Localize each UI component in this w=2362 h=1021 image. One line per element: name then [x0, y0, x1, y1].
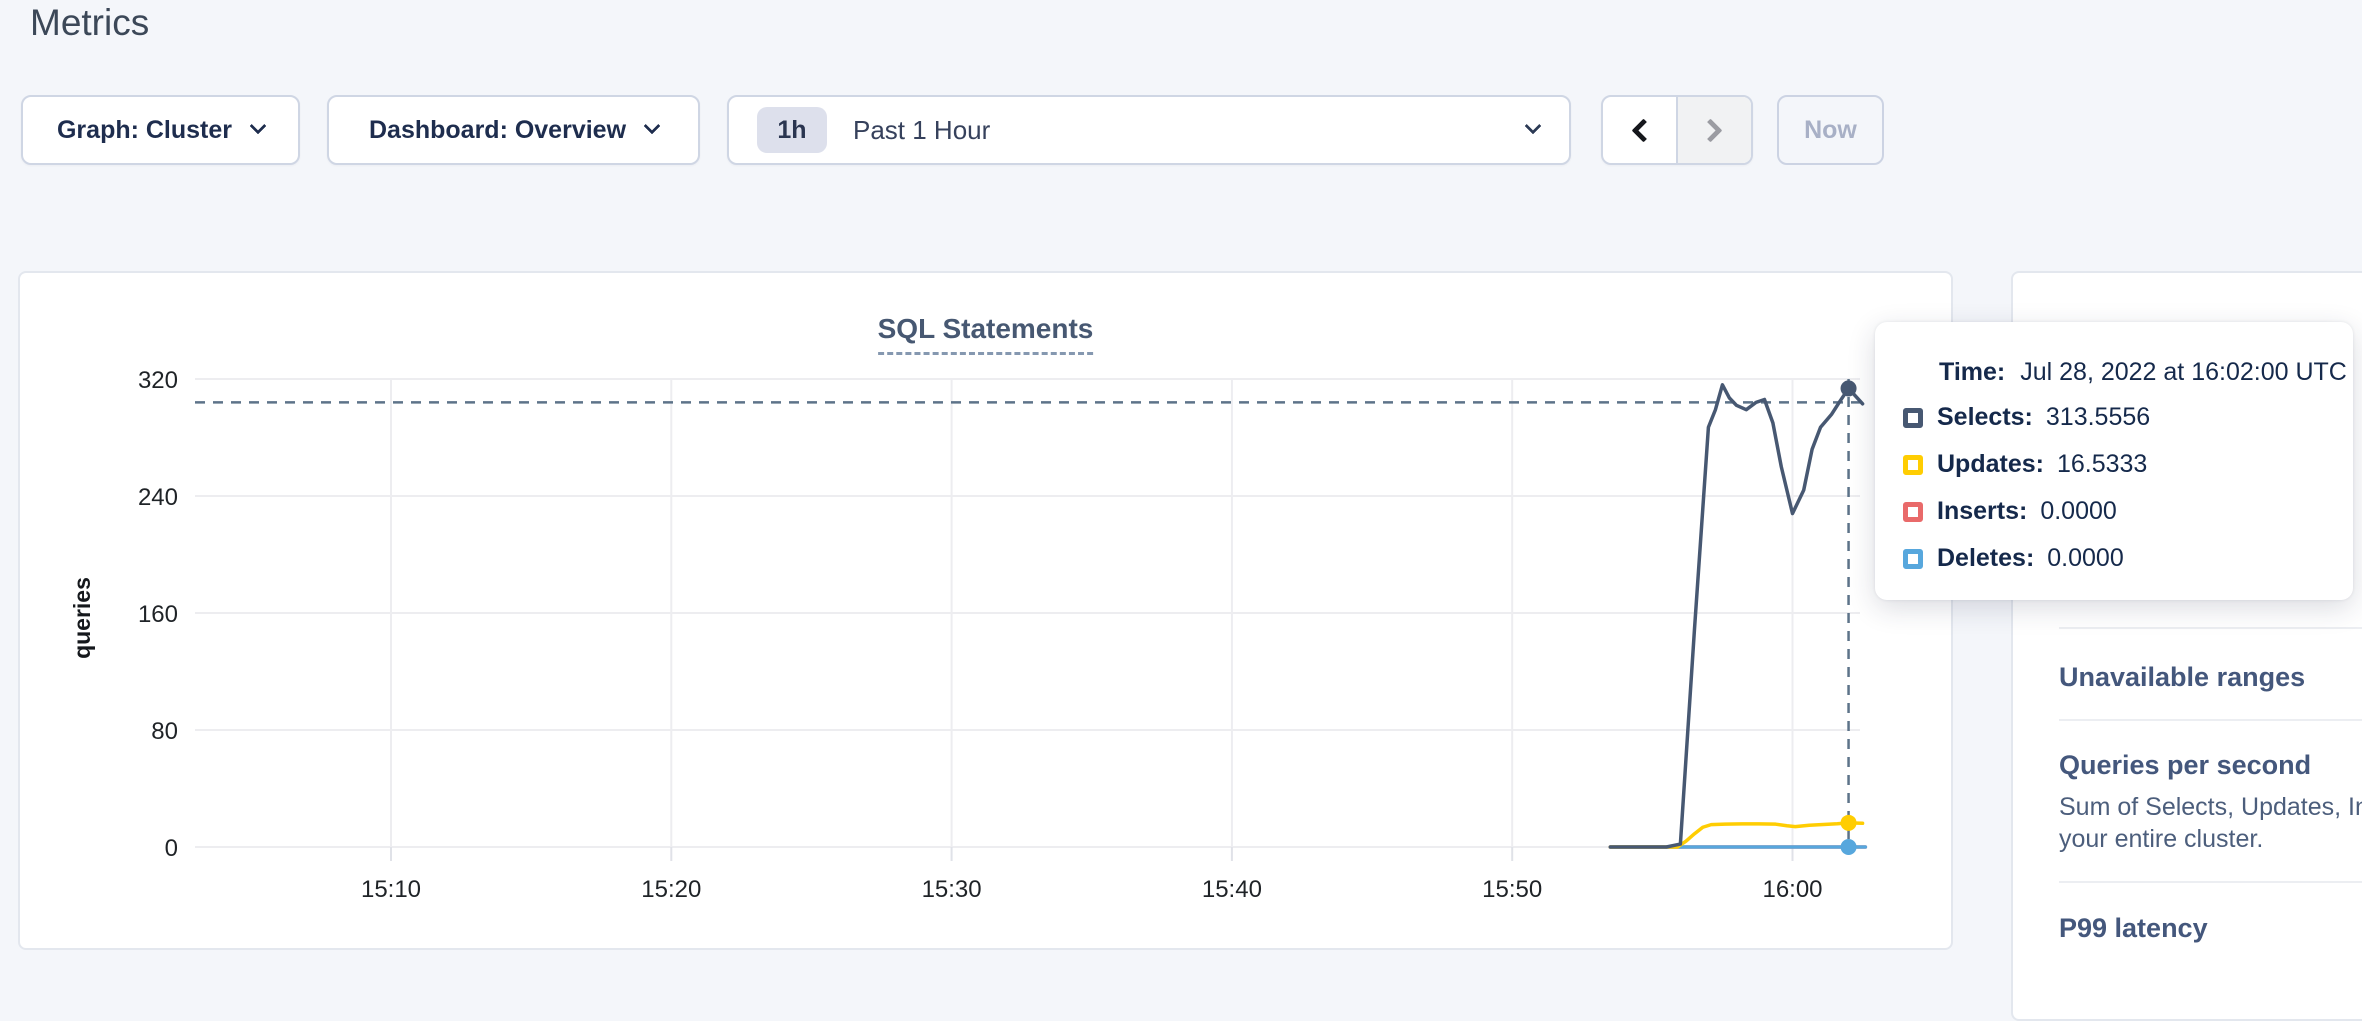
dashboard-dropdown[interactable]: Dashboard: Overview	[327, 95, 700, 165]
dashboard-dropdown-label: Dashboard: Overview	[369, 116, 626, 145]
x-axis-tick-label: 16:00	[1762, 876, 1822, 903]
now-button[interactable]: Now	[1777, 95, 1884, 165]
tooltip-series-label: Inserts:	[1937, 497, 2027, 526]
y-axis-tick-label: 80	[151, 718, 178, 745]
sql-statements-chart-card: SQL Statements 08016024032015:1015:2015:…	[18, 271, 1953, 950]
now-button-label: Now	[1804, 116, 1857, 145]
time-range-label: Past 1 Hour	[853, 115, 1501, 146]
tooltip-time-row: Time: Jul 28, 2022 at 16:02:00 UTC	[1939, 350, 2353, 394]
tooltip-time-value: Jul 28, 2022 at 16:02:00 UTC	[2020, 358, 2347, 387]
y-axis-tick-label: 240	[138, 484, 178, 511]
series-line-selects	[1610, 385, 1862, 847]
selects-legend-swatch	[1903, 408, 1923, 428]
prev-interval-button[interactable]	[1603, 97, 1676, 163]
tooltip-series-value: 313.5556	[2046, 403, 2150, 432]
sidebar-heading-queries-per-second: Queries per second	[2059, 750, 2311, 781]
sidebar-heading-unavailable-ranges: Unavailable ranges	[2059, 662, 2305, 693]
graph-dropdown[interactable]: Graph: Cluster	[21, 95, 300, 165]
chevron-left-icon	[1631, 118, 1655, 142]
series-line-updates	[1610, 823, 1862, 847]
inserts-legend-swatch	[1903, 502, 1923, 522]
tooltip-row-inserts: Inserts: 0.0000	[1903, 488, 2353, 535]
next-interval-button[interactable]	[1676, 97, 1751, 163]
tooltip-series-value: 0.0000	[2047, 544, 2123, 573]
time-range-selector[interactable]: 1h Past 1 Hour	[727, 95, 1571, 165]
x-axis-tick-label: 15:10	[361, 876, 421, 903]
tooltip-series-label: Updates:	[1937, 450, 2044, 479]
deletes-legend-swatch	[1903, 549, 1923, 569]
sidebar-description-line: Sum of Selects, Updates, Inserts	[2059, 793, 2362, 822]
sql-statements-chart[interactable]: 0 80 160 240 320 15:10 15:20 15:30 15:40 15:50 16:…	[20, 273, 1955, 952]
x-axis-tick-label: 15:30	[922, 876, 982, 903]
tooltip-row-deletes: Deletes: 0.0000	[1903, 535, 2353, 582]
x-axis-tick-label: 15:40	[1202, 876, 1262, 903]
tooltip-row-selects: Selects: 313.5556	[1903, 394, 2353, 441]
hover-marker-updates	[1841, 815, 1857, 831]
y-axis-tick-label: 0	[165, 835, 178, 862]
tooltip-row-updates: Updates: 16.5333	[1903, 441, 2353, 488]
divider	[2059, 719, 2362, 721]
y-axis-tick-label: 320	[138, 367, 178, 394]
time-pager	[1601, 95, 1753, 165]
tooltip-series-value: 16.5333	[2057, 450, 2147, 479]
tooltip-time-label: Time:	[1939, 358, 2005, 387]
updates-legend-swatch	[1903, 455, 1923, 475]
chevron-down-icon	[250, 118, 267, 135]
x-axis-tick-label: 15:20	[641, 876, 701, 903]
y-axis-title: queries	[69, 577, 95, 659]
divider	[2059, 627, 2362, 629]
page-title: Metrics	[30, 2, 149, 44]
chart-hover-tooltip: Time: Jul 28, 2022 at 16:02:00 UTC Selec…	[1875, 322, 2353, 600]
chevron-down-icon	[644, 118, 661, 135]
tooltip-series-label: Deletes:	[1937, 544, 2034, 573]
tooltip-series-value: 0.0000	[2040, 497, 2116, 526]
tooltip-series-label: Selects:	[1937, 403, 2033, 432]
chevron-right-icon	[1698, 118, 1722, 142]
y-axis-tick-label: 160	[138, 601, 178, 628]
chevron-down-icon	[1525, 118, 1542, 135]
x-axis-tick-label: 15:50	[1482, 876, 1542, 903]
sidebar-heading-p99-latency: P99 latency	[2059, 913, 2208, 944]
graph-dropdown-label: Graph: Cluster	[57, 116, 232, 145]
time-range-badge: 1h	[757, 107, 827, 153]
sidebar-description-line: your entire cluster.	[2059, 825, 2263, 854]
hover-marker-selects	[1841, 380, 1857, 396]
hover-marker-deletes	[1841, 839, 1857, 855]
divider	[2059, 881, 2362, 883]
